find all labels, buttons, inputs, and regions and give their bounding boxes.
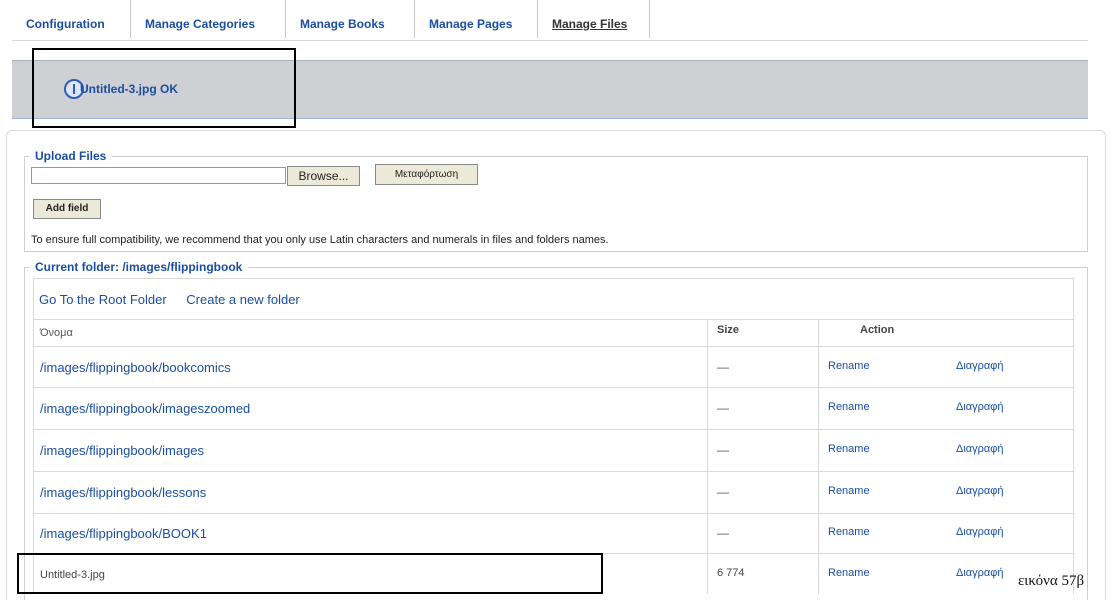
upload-files-legend: Upload Files (35, 149, 107, 163)
size-cell: — (717, 485, 729, 499)
size-cell: 6 774 (717, 567, 745, 579)
tab-manage-categories[interactable]: Manage Categories (131, 0, 286, 38)
folder-link[interactable]: /images/flippingbook/bookcomics (40, 360, 231, 375)
table-rule (33, 471, 1073, 472)
root-folder-link[interactable]: Go To the Root Folder (39, 292, 167, 307)
rename-link[interactable]: Rename (828, 360, 870, 372)
tab-bar: Configuration Manage Categories Manage B… (12, 0, 1088, 41)
current-folder-legend: Current folder: /images/flippingbook (35, 260, 243, 274)
column-header-action: Action (860, 324, 895, 336)
rename-link[interactable]: Rename (828, 526, 870, 538)
folder-link[interactable]: /images/flippingbook/lessons (40, 485, 206, 500)
table-rule (33, 346, 1073, 347)
table-rule (33, 513, 1073, 514)
size-cell: — (717, 443, 729, 457)
add-field-button[interactable]: Add field (33, 199, 101, 219)
compatibility-note: To ensure full compatibility, we recomme… (31, 234, 609, 246)
table-border-left (33, 278, 34, 594)
delete-link[interactable]: Διαγραφή (956, 401, 1004, 413)
rename-link[interactable]: Rename (828, 485, 870, 497)
delete-link[interactable]: Διαγραφή (956, 567, 1004, 579)
folder-link[interactable]: /images/flippingbook/BOOK1 (40, 526, 207, 541)
table-border-top (33, 278, 1073, 279)
rename-link[interactable]: Rename (828, 401, 870, 413)
browse-button[interactable]: Browse... (287, 166, 360, 186)
delete-link[interactable]: Διαγραφή (956, 485, 1004, 497)
folder-link[interactable]: /images/flippingbook/images (40, 443, 204, 458)
create-folder-link[interactable]: Create a new folder (186, 292, 299, 307)
folder-link[interactable]: /images/flippingbook/imageszoomed (40, 401, 250, 416)
current-folder-fieldset: Current folder: /images/flippingbook (24, 260, 1088, 600)
delete-link[interactable]: Διαγραφή (956, 526, 1004, 538)
tab-manage-books[interactable]: Manage Books (286, 0, 415, 38)
table-border-right (1073, 278, 1074, 594)
column-header-size: Size (717, 324, 740, 336)
delete-link[interactable]: Διαγραφή (956, 360, 1004, 372)
size-cell: — (717, 401, 729, 415)
column-header-name: Όνομα (40, 327, 73, 339)
table-rule (33, 319, 1073, 320)
tab-manage-pages[interactable]: Manage Pages (415, 0, 538, 38)
file-path-input[interactable] (31, 167, 286, 184)
size-cell: — (717, 360, 729, 374)
size-cell: — (717, 526, 729, 540)
rename-link[interactable]: Rename (828, 567, 870, 579)
table-rule (33, 387, 1073, 388)
table-rule (33, 429, 1073, 430)
table-col-divider (707, 319, 708, 594)
rename-link[interactable]: Rename (828, 443, 870, 455)
highlight-box-message (32, 48, 296, 128)
tab-configuration[interactable]: Configuration (12, 0, 131, 38)
figure-caption: εικόνα 57β (1018, 573, 1085, 589)
table-col-divider (818, 319, 819, 594)
tab-manage-files[interactable]: Manage Files (538, 0, 650, 38)
upload-button[interactable]: Μεταφόρτωση (375, 164, 478, 185)
highlight-box-file (17, 553, 603, 594)
delete-link[interactable]: Διαγραφή (956, 443, 1004, 455)
folder-links: Go To the Root Folder Create a new folde… (39, 292, 300, 307)
